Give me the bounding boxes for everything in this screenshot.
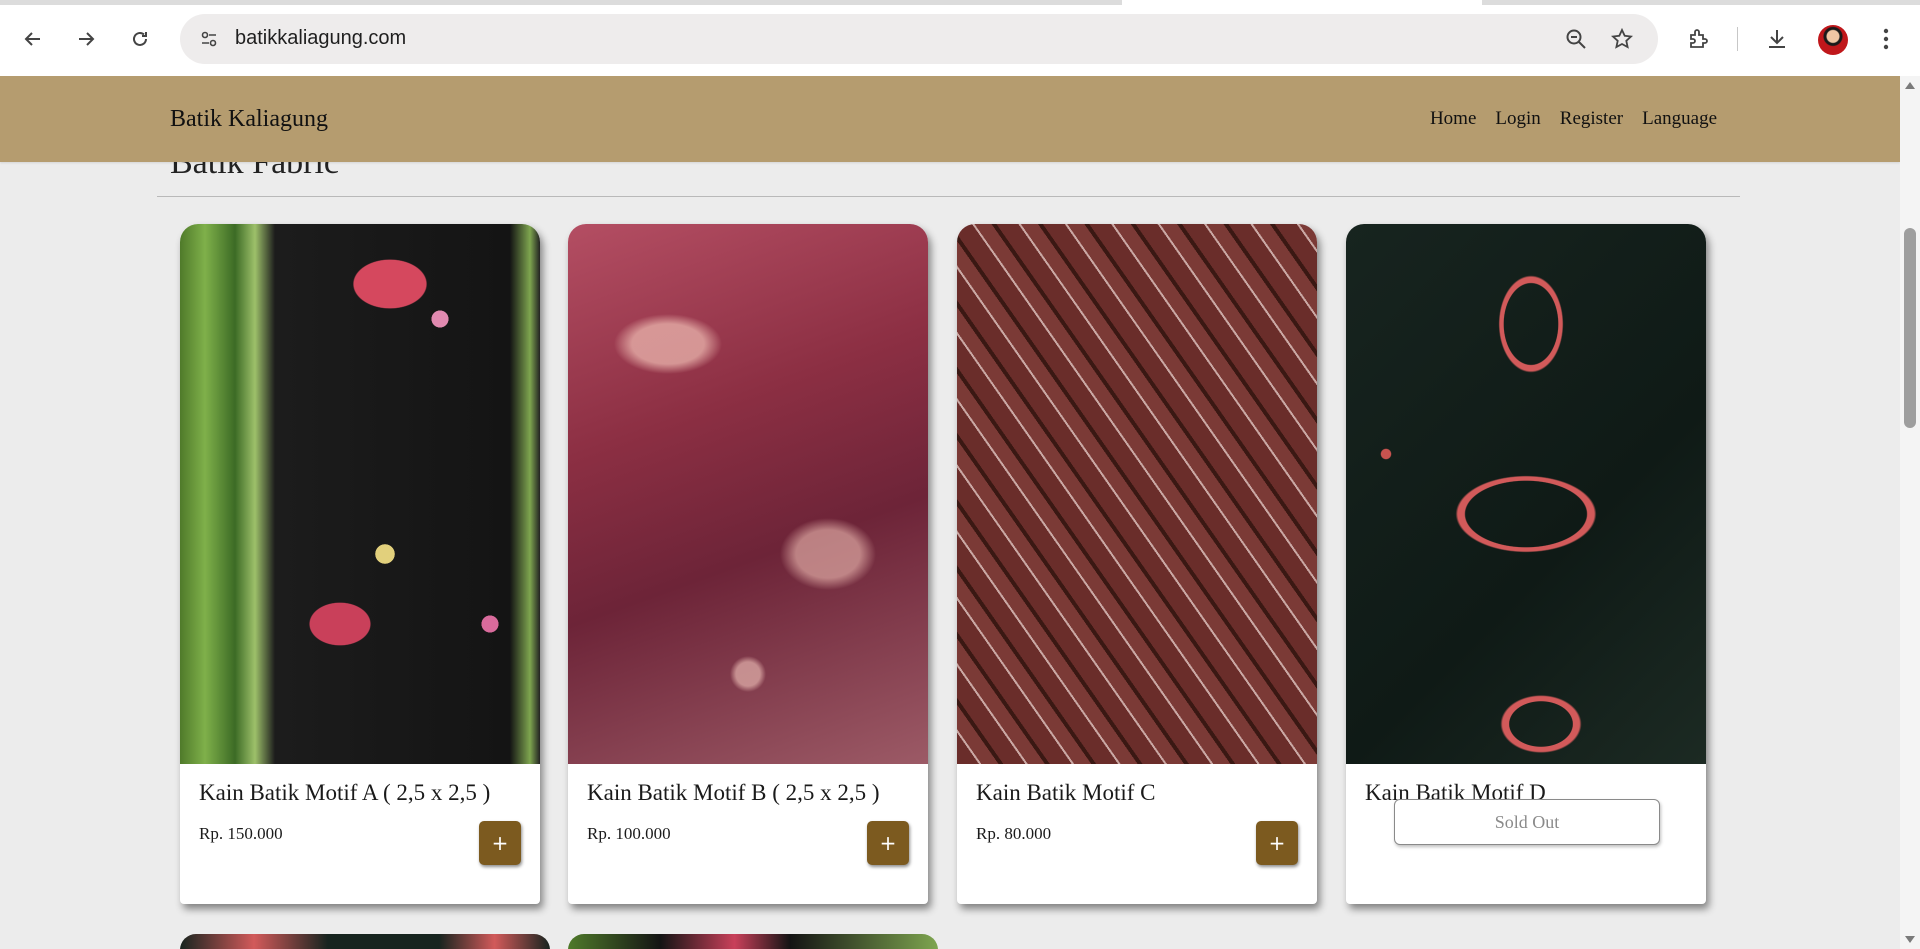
nav-login[interactable]: Login [1495, 108, 1540, 130]
downloads-icon[interactable] [1759, 21, 1795, 57]
page-scrollbar[interactable] [1900, 76, 1920, 949]
product-name[interactable]: Kain Batik Motif B ( 2,5 x 2,5 ) [587, 780, 880, 806]
nav-links: Home Login Register Language [1430, 108, 1717, 130]
site-brand[interactable]: Batik Kaliagung [170, 106, 328, 133]
product-card-partial[interactable] [180, 934, 550, 949]
scroll-up-arrow-icon[interactable] [1905, 82, 1915, 89]
bookmark-star-icon[interactable] [1610, 27, 1634, 51]
tab-strip [0, 0, 1920, 5]
product-card[interactable]: Kain Batik Motif D Sold Out [1346, 224, 1706, 904]
product-name[interactable]: Kain Batik Motif C [976, 780, 1156, 806]
product-card[interactable]: Kain Batik Motif C Rp. 80.000 + [957, 224, 1317, 904]
sold-out-button: Sold Out [1394, 799, 1660, 845]
forward-arrow-icon [79, 32, 95, 46]
zoom-icon[interactable] [1564, 27, 1588, 51]
product-card[interactable]: Kain Batik Motif B ( 2,5 x 2,5 ) Rp. 100… [568, 224, 928, 904]
product-image[interactable] [180, 224, 540, 764]
site-info-icon[interactable] [196, 26, 222, 52]
url-text[interactable]: batikkaliagung.com [235, 27, 406, 50]
scroll-thumb[interactable] [1904, 228, 1916, 428]
more-menu-icon[interactable] [1868, 21, 1904, 57]
toolbar-divider [1737, 27, 1738, 51]
active-tab-edge[interactable] [1122, 0, 1482, 5]
back-arrow-icon [24, 32, 40, 46]
product-image[interactable] [957, 224, 1317, 764]
section-divider [157, 196, 1740, 197]
add-to-cart-button[interactable]: + [1256, 821, 1298, 865]
browser-toolbar: batikkaliagung.com [0, 0, 1920, 76]
site-navbar: Batik Kaliagung Home Login Register Lang… [0, 76, 1900, 162]
product-price: Rp. 100.000 [587, 824, 671, 843]
nav-home[interactable]: Home [1430, 108, 1476, 130]
product-price: Rp. 150.000 [199, 824, 283, 843]
product-price: Rp. 80.000 [976, 824, 1052, 843]
forward-button[interactable] [68, 21, 104, 57]
profile-avatar[interactable] [1818, 25, 1848, 55]
product-card-partial[interactable] [568, 934, 938, 949]
add-to-cart-button[interactable]: + [479, 821, 521, 865]
address-bar[interactable]: batikkaliagung.com [180, 14, 1658, 64]
nav-register[interactable]: Register [1560, 108, 1623, 130]
product-image[interactable] [568, 224, 928, 764]
reload-button[interactable] [122, 21, 158, 57]
reload-icon [133, 31, 147, 46]
add-to-cart-button[interactable]: + [867, 821, 909, 865]
nav-language[interactable]: Language [1642, 108, 1717, 130]
scroll-down-arrow-icon[interactable] [1905, 936, 1915, 943]
product-card[interactable]: Kain Batik Motif A ( 2,5 x 2,5 ) Rp. 150… [180, 224, 540, 904]
product-image[interactable] [1346, 224, 1706, 764]
extensions-icon[interactable] [1681, 21, 1717, 57]
product-name[interactable]: Kain Batik Motif A ( 2,5 x 2,5 ) [199, 780, 490, 806]
back-button[interactable] [15, 21, 51, 57]
page-viewport: Batik Kaliagung Home Login Register Lang… [0, 76, 1900, 949]
